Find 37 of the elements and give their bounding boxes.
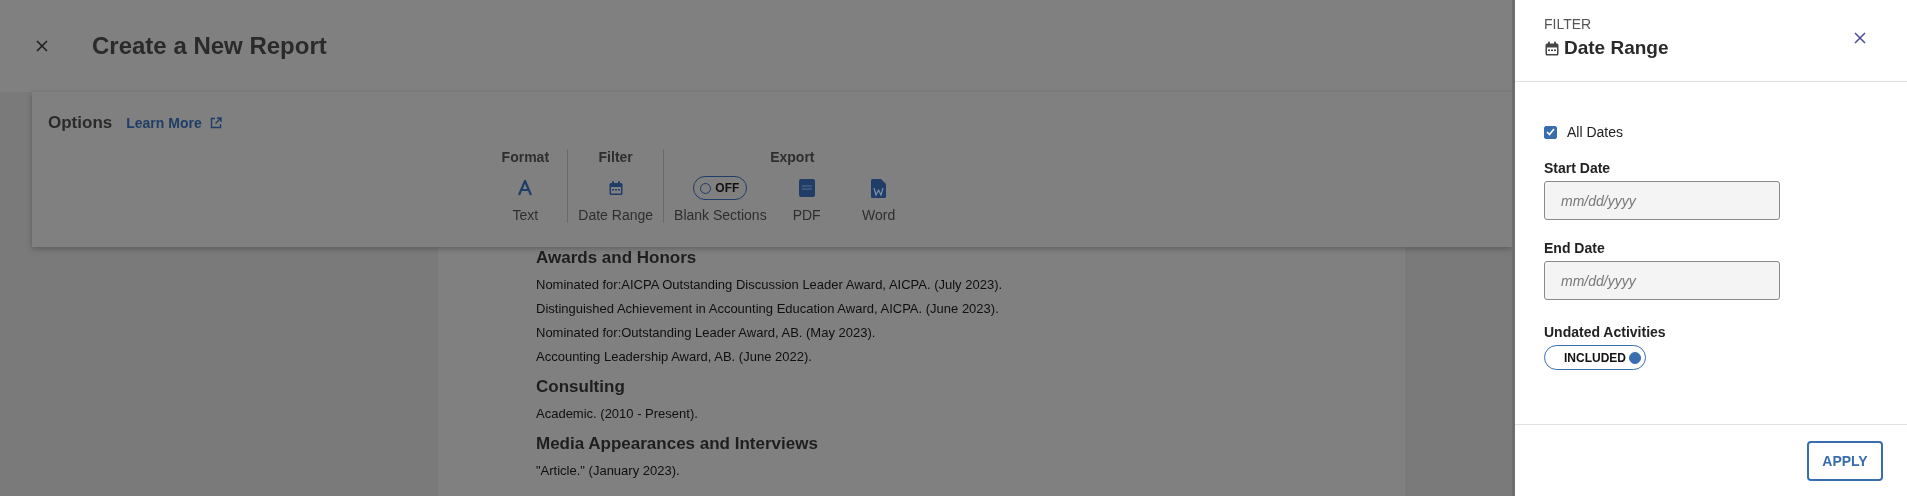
checkbox-label: All Dates [1567, 124, 1624, 140]
field-label: Undated Activities [1544, 324, 1666, 340]
entry-text: Distinguished Achievement in Accounting Education Award, AICPA. (June 2023). [536, 301, 999, 316]
option-label[interactable]: Blank Sections [674, 207, 767, 223]
group-label: Export [770, 149, 815, 167]
option-label[interactable]: Text [512, 207, 539, 223]
group-label: Format [501, 149, 550, 167]
word-document-icon[interactable] [871, 178, 887, 198]
option-label[interactable]: Date Range [578, 207, 654, 223]
panel-eyebrow: FILTER [1544, 16, 1592, 32]
calendar-icon [1544, 39, 1560, 57]
section-heading: Awards and Honors [536, 248, 697, 268]
all-dates-checkbox[interactable] [1544, 125, 1557, 139]
entry-text: Academic. (2010 - Present). [536, 406, 698, 421]
pdf-icon[interactable] [798, 179, 815, 197]
option-label[interactable]: PDF [792, 207, 821, 223]
letter-a-icon[interactable] [518, 180, 533, 196]
date-field[interactable]: mm/dd/yyyy [1544, 261, 1780, 300]
date-field[interactable]: mm/dd/yyyy [1544, 181, 1780, 220]
field-label: End Date [1544, 240, 1605, 256]
page-title: Create a New Report [92, 32, 327, 60]
options-heading: Options [48, 113, 113, 133]
section-heading: Media Appearances and Interviews [536, 434, 818, 454]
group-label: Filter [598, 149, 633, 167]
close-icon[interactable] [1853, 31, 1867, 45]
panel-title: Date Range [1564, 37, 1669, 59]
calendar-icon [607, 179, 624, 197]
entry-text: Nominated for:AICPA Outstanding Discussion Leader Award, AICPA. (July 2023). [536, 277, 1003, 292]
section-heading: Consulting [536, 377, 625, 397]
entry-text: Accounting Leadership Award, AB. (June 2022). [536, 349, 812, 364]
option-label[interactable]: Word [862, 207, 896, 223]
field-label: Start Date [1544, 160, 1611, 176]
apply-button[interactable]: APPLY [1807, 440, 1883, 481]
entry-text: Nominated for:Outstanding Leader Award, AB. (May 2023). [536, 325, 876, 340]
external-link-icon [209, 117, 222, 129]
learn-more-link[interactable]: Learn More [126, 115, 222, 131]
entry-text: "Article." (January 2023). [536, 463, 680, 478]
